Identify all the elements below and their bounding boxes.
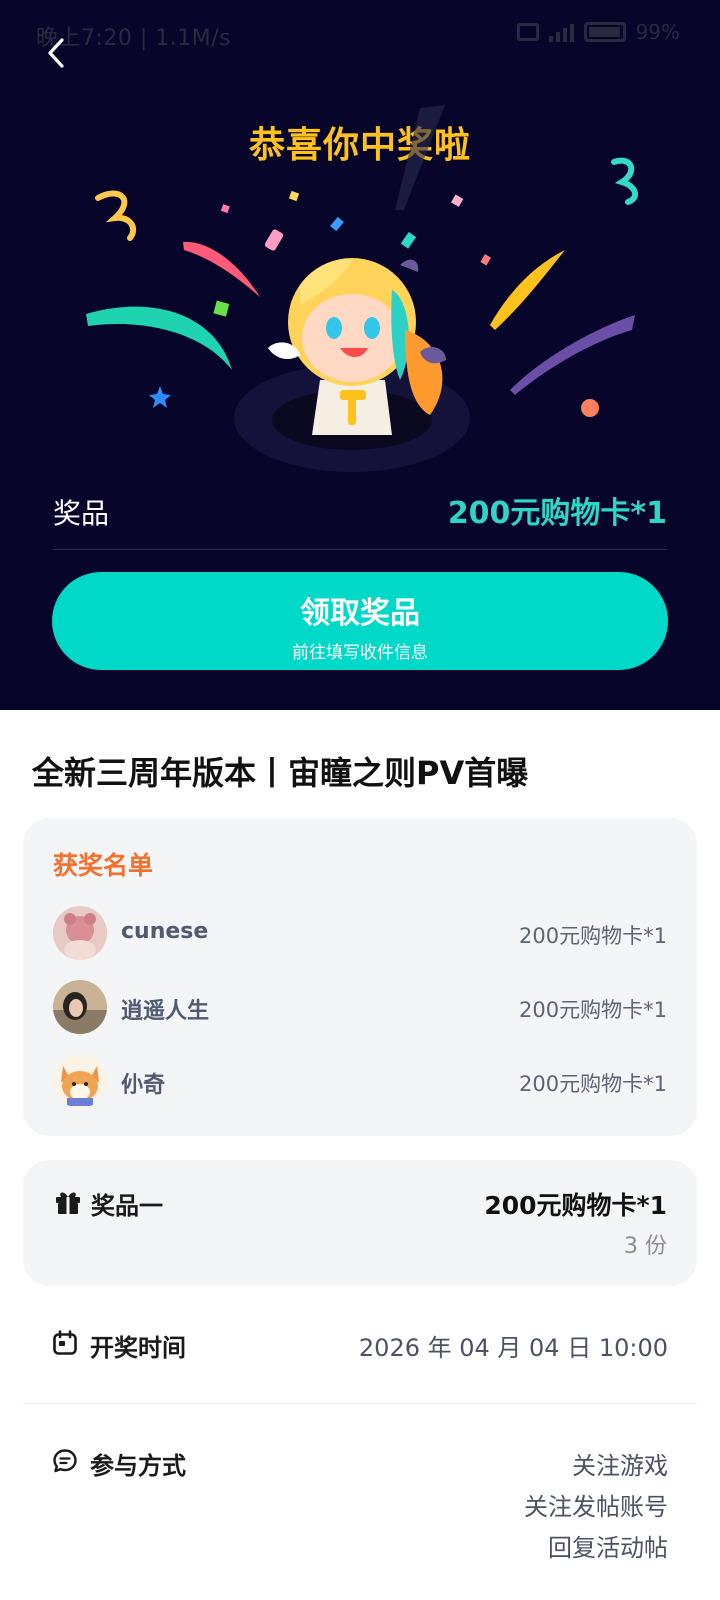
prize-value: 200元购物卡*1 xyxy=(447,496,667,531)
prize-one-count: 3 份 xyxy=(624,1234,667,1259)
claim-button-subtitle: 前往填写收件信息 xyxy=(292,643,428,663)
winner-prize: 200元购物卡*1 xyxy=(519,1072,667,1096)
prize-one-value: 200元购物卡*1 xyxy=(484,1191,667,1220)
draw-time-row: 开奖时间 2026 年 04 月 04 日 10:00 xyxy=(52,1328,668,1372)
participation-row: 参与方式 关注游戏 关注发帖账号 回复活动帖 xyxy=(52,1446,668,1576)
claim-button-label: 领取奖品 xyxy=(300,596,420,631)
battery-level: 99% xyxy=(635,20,680,44)
winner-name: 逍遥人生 xyxy=(121,999,210,1024)
battery-icon xyxy=(583,22,626,42)
chat-icon xyxy=(53,1449,77,1473)
winners-card: 获奖名单 cunese 200元购物卡*1 逍遥人生 200元购物卡*1 仦奇 … xyxy=(23,818,697,1136)
divider xyxy=(23,1403,697,1404)
winner-prize: 200元购物卡*1 xyxy=(519,924,667,948)
participation-list: 关注游戏 关注发帖账号 回复活动帖 xyxy=(524,1446,668,1569)
status-bar: 晚上7:20 | 1.1M/s 99% xyxy=(0,0,720,66)
claim-prize-button[interactable]: 领取奖品 前往填写收件信息 xyxy=(52,572,668,670)
prize-one-label: 奖品一 xyxy=(91,1192,163,1220)
signal-icon xyxy=(548,22,574,42)
winner-row[interactable]: 逍遥人生 200元购物卡*1 xyxy=(53,980,667,1034)
participation-item[interactable]: 关注发帖账号 xyxy=(524,1487,668,1528)
participation-item[interactable]: 回复活动帖 xyxy=(524,1528,668,1569)
gift-icon xyxy=(56,1192,80,1214)
back-button[interactable] xyxy=(34,30,78,74)
celebration-illustration xyxy=(86,105,639,472)
winners-heading: 获奖名单 xyxy=(53,851,154,880)
prize-label: 奖品 xyxy=(53,497,110,530)
avatar xyxy=(53,1054,107,1108)
winner-row[interactable]: 仦奇 200元购物卡*1 xyxy=(53,1054,667,1108)
sim-icon xyxy=(516,23,539,41)
draw-time-label: 开奖时间 xyxy=(90,1334,186,1362)
winner-name: cunese xyxy=(121,919,209,944)
status-icons: 99% xyxy=(516,20,680,44)
prize-row: 奖品 200元购物卡*1 xyxy=(53,478,667,550)
back-icon xyxy=(48,38,64,68)
avatar xyxy=(53,980,107,1034)
calendar-icon xyxy=(53,1330,77,1355)
hero-section: 晚上7:20 | 1.1M/s 99% 恭喜你中奖啦 奖品 200元购物卡*1 … xyxy=(0,0,720,710)
prize-one-card: 奖品一 200元购物卡*1 3 份 xyxy=(23,1160,697,1286)
post-title: 全新三周年版本丨宙瞳之则PV首曝 xyxy=(32,754,529,792)
winner-name: 仦奇 xyxy=(121,1073,166,1098)
participation-label: 参与方式 xyxy=(90,1452,186,1480)
avatar xyxy=(53,906,107,960)
winner-prize: 200元购物卡*1 xyxy=(519,998,667,1022)
draw-time-value: 2026 年 04 月 04 日 10:00 xyxy=(358,1334,668,1362)
winner-row[interactable]: cunese 200元购物卡*1 xyxy=(53,906,667,960)
participation-item[interactable]: 关注游戏 xyxy=(524,1446,668,1487)
